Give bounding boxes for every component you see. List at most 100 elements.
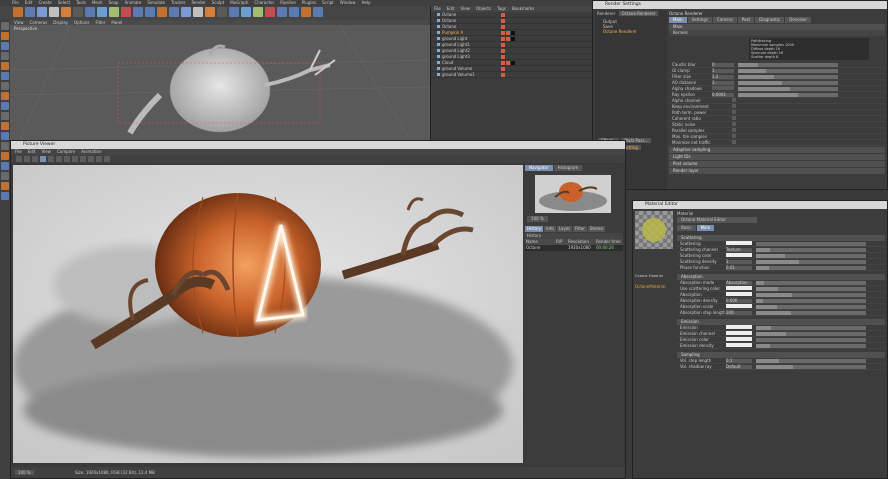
menu-item-17[interactable]: Window xyxy=(340,0,356,5)
object-tag-icon[interactable] xyxy=(511,61,515,65)
menu-item-16[interactable]: Script xyxy=(322,0,334,5)
om-menu-item-4[interactable]: Tags xyxy=(497,6,506,11)
material-param-slider[interactable] xyxy=(756,287,866,291)
pv-menu-item-2[interactable]: View xyxy=(41,149,51,154)
pv-tool-4[interactable] xyxy=(48,156,54,162)
history-tab[interactable]: Stereo xyxy=(587,226,605,232)
material-param-value[interactable] xyxy=(726,343,752,347)
param-slider[interactable] xyxy=(738,87,838,91)
left-tool-2[interactable] xyxy=(1,42,9,50)
material-param-slider[interactable] xyxy=(756,260,866,264)
left-tool-3[interactable] xyxy=(1,52,9,60)
toolbar-button-6[interactable] xyxy=(85,7,95,17)
material-param-value[interactable]: 0.01 xyxy=(726,266,752,270)
renderer-dropdown[interactable]: Octane Renderer xyxy=(618,11,659,16)
history-tab[interactable]: History xyxy=(525,226,544,232)
object-row[interactable]: ground Volume1 xyxy=(431,72,592,78)
param-slider[interactable] xyxy=(738,81,838,85)
material-param-value[interactable] xyxy=(726,331,752,335)
toolbar-button-3[interactable] xyxy=(49,7,59,17)
toolbar-button-19[interactable] xyxy=(241,7,251,17)
kernels-section[interactable]: Kernels xyxy=(669,30,885,36)
pv-tool-6[interactable] xyxy=(64,156,70,162)
menu-item-11[interactable]: Sculpt xyxy=(212,0,225,5)
param-value[interactable]: 0 xyxy=(712,63,734,67)
left-tool-14[interactable] xyxy=(1,162,9,170)
left-tool-17[interactable] xyxy=(1,192,9,200)
toolbar-button-1[interactable] xyxy=(25,7,35,17)
option-checkbox[interactable] xyxy=(732,122,736,126)
left-tool-4[interactable] xyxy=(1,62,9,70)
toolbar-button-9[interactable] xyxy=(121,7,131,17)
pv-tool-7[interactable] xyxy=(72,156,78,162)
material-param-value[interactable]: 1 xyxy=(726,260,752,264)
left-tool-15[interactable] xyxy=(1,172,9,180)
material-param-slider[interactable] xyxy=(756,365,866,369)
pv-menu-item-4[interactable]: Animation xyxy=(81,149,101,154)
param-slider[interactable] xyxy=(738,93,838,97)
left-tool-5[interactable] xyxy=(1,72,9,80)
navigator-tab[interactable]: Navigator xyxy=(525,165,553,171)
material-param-slider[interactable] xyxy=(756,293,866,297)
toolbar-button-22[interactable] xyxy=(277,7,287,17)
pv-tool-3[interactable] xyxy=(40,156,46,162)
object-tag-icon[interactable] xyxy=(501,55,505,59)
param-value[interactable]: 3 xyxy=(712,81,734,85)
om-menu-item-0[interactable]: File xyxy=(434,6,441,11)
material-param-value[interactable] xyxy=(726,241,752,245)
param-slider[interactable] xyxy=(738,69,838,73)
material-param-slider[interactable] xyxy=(756,359,866,363)
render-section[interactable]: Adaptive sampling xyxy=(669,147,885,153)
object-tag-icon[interactable] xyxy=(506,37,510,41)
left-tool-13[interactable] xyxy=(1,152,9,160)
param-value[interactable]: 1.2 xyxy=(712,75,734,79)
material-param-slider[interactable] xyxy=(756,332,866,336)
option-checkbox[interactable] xyxy=(732,140,736,144)
render-section[interactable]: Light IDs xyxy=(669,154,885,160)
material-param-slider[interactable] xyxy=(756,281,866,285)
option-checkbox[interactable] xyxy=(732,104,736,108)
material-param-slider[interactable] xyxy=(756,338,866,342)
pv-menu-item-1[interactable]: Edit xyxy=(28,149,36,154)
menu-item-6[interactable]: Snap xyxy=(108,0,118,5)
option-checkbox[interactable] xyxy=(732,128,736,132)
toolbar-button-15[interactable] xyxy=(193,7,203,17)
pv-tool-9[interactable] xyxy=(88,156,94,162)
pv-tool-11[interactable] xyxy=(104,156,110,162)
toolbar-button-23[interactable] xyxy=(289,7,299,17)
object-tag-icon[interactable] xyxy=(501,31,505,35)
pv-tool-8[interactable] xyxy=(80,156,86,162)
left-tool-6[interactable] xyxy=(1,82,9,90)
history-row[interactable]: Octane 1920x1080 00:00:26 xyxy=(525,245,623,251)
material-param-value[interactable]: 0.1 xyxy=(726,359,752,363)
material-param-slider[interactable] xyxy=(756,254,866,258)
toolbar-button-11[interactable] xyxy=(145,7,155,17)
menu-item-0[interactable]: File xyxy=(12,0,19,5)
object-tag-icon[interactable] xyxy=(501,19,505,23)
toolbar-button-12[interactable] xyxy=(157,7,167,17)
toolbar-button-17[interactable] xyxy=(217,7,227,17)
render-setting-item[interactable]: Octane Renderer xyxy=(603,29,659,34)
option-checkbox[interactable] xyxy=(732,110,736,114)
toolbar-button-5[interactable] xyxy=(73,7,83,17)
object-tag-icon[interactable] xyxy=(501,37,505,41)
material-param-slider[interactable] xyxy=(756,326,866,330)
material-param-slider[interactable] xyxy=(756,248,866,252)
param-value[interactable]: 1 xyxy=(712,69,734,73)
viewport-top[interactable]: View Cameras Display Options Filter Panel Per… xyxy=(10,20,430,140)
pv-tool-2[interactable] xyxy=(32,156,38,162)
object-tag-icon[interactable] xyxy=(501,49,505,53)
render-tab[interactable]: Diagnostic xyxy=(755,17,785,23)
menu-item-12[interactable]: MoGraph xyxy=(230,0,248,5)
option-checkbox[interactable] xyxy=(732,98,736,102)
menu-item-10[interactable]: Render xyxy=(191,0,205,5)
material-tab[interactable]: Basic xyxy=(677,225,696,231)
material-param-slider[interactable] xyxy=(756,266,866,270)
left-tool-12[interactable] xyxy=(1,142,9,150)
material-param-slider[interactable] xyxy=(756,311,866,315)
menu-item-8[interactable]: Simulate xyxy=(147,0,165,5)
zoom-field[interactable]: 100 % xyxy=(15,470,34,475)
toolbar-button-20[interactable] xyxy=(253,7,263,17)
render-section[interactable]: Post volume xyxy=(669,161,885,167)
history-tab[interactable]: Info xyxy=(544,226,556,232)
